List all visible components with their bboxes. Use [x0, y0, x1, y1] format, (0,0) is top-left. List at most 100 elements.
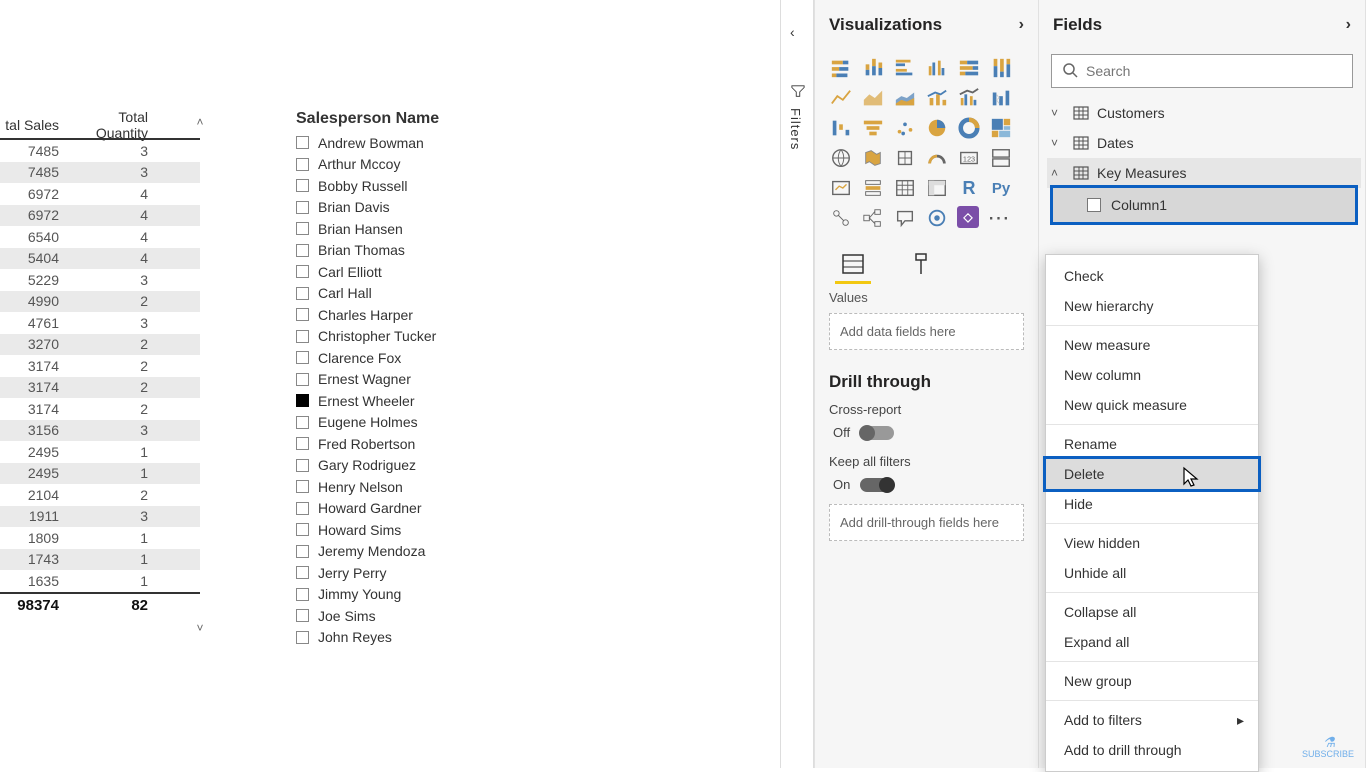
- slicer-item[interactable]: Bobby Russell: [296, 175, 596, 197]
- checkbox-icon[interactable]: [296, 136, 309, 149]
- table-row[interactable]: 24951: [0, 441, 200, 463]
- format-tab-icon[interactable]: [907, 250, 935, 278]
- slicer-item[interactable]: Andrew Bowman: [296, 132, 596, 154]
- slicer-visual[interactable]: Salesperson Name Andrew BowmanArthur Mcc…: [296, 110, 596, 648]
- checkbox-icon[interactable]: [296, 545, 309, 558]
- gauge-icon[interactable]: [925, 146, 949, 170]
- checkbox-icon[interactable]: [296, 179, 309, 192]
- slicer-item[interactable]: Howard Sims: [296, 519, 596, 541]
- slicer-item[interactable]: Charles Harper: [296, 304, 596, 326]
- slicer-item[interactable]: Ernest Wheeler: [296, 390, 596, 412]
- table-row[interactable]: 52293: [0, 269, 200, 291]
- filled-map-icon[interactable]: [861, 146, 885, 170]
- table-row[interactable]: 18091: [0, 527, 200, 549]
- menu-item[interactable]: View hidden: [1046, 528, 1258, 558]
- checkbox-icon[interactable]: [296, 265, 309, 278]
- fields-search-box[interactable]: [1051, 54, 1353, 88]
- funnel-icon[interactable]: [861, 116, 885, 140]
- menu-item[interactable]: Delete: [1046, 459, 1258, 489]
- table-visual[interactable]: tal Sales Total Quantity 748537485369724…: [0, 112, 200, 618]
- checkbox-icon[interactable]: [296, 459, 309, 472]
- table-row[interactable]: 74853: [0, 162, 200, 184]
- slicer-item[interactable]: Henry Nelson: [296, 476, 596, 498]
- toggle-off-icon[interactable]: [860, 426, 894, 440]
- checkbox-icon[interactable]: [296, 308, 309, 321]
- slicer-item[interactable]: Howard Gardner: [296, 498, 596, 520]
- slicer-item[interactable]: Clarence Fox: [296, 347, 596, 369]
- checkbox-icon[interactable]: [296, 416, 309, 429]
- table-row[interactable]: 49902: [0, 291, 200, 313]
- line-chart-icon[interactable]: [829, 86, 853, 110]
- menu-item[interactable]: New group: [1046, 666, 1258, 696]
- pie-chart-icon[interactable]: [925, 116, 949, 140]
- checkbox-icon[interactable]: [296, 351, 309, 364]
- kpi-icon[interactable]: [829, 176, 853, 200]
- slicer-item[interactable]: Joe Sims: [296, 605, 596, 627]
- menu-item[interactable]: Add to drill through: [1046, 735, 1258, 765]
- checkbox-icon[interactable]: [296, 244, 309, 257]
- table-row[interactable]: 69724: [0, 183, 200, 205]
- line-clustered-column-icon[interactable]: [957, 86, 981, 110]
- chevron-right-icon[interactable]: ›: [1019, 16, 1024, 34]
- qna-icon[interactable]: [893, 206, 917, 230]
- report-canvas[interactable]: tal Sales Total Quantity 748537485369724…: [0, 0, 780, 768]
- scroll-up-icon[interactable]: ˄: [195, 112, 205, 132]
- ribbon-chart-icon[interactable]: [989, 86, 1013, 110]
- stacked-column-100-icon[interactable]: [989, 56, 1013, 80]
- keep-filters-toggle[interactable]: On: [815, 473, 894, 502]
- table-row[interactable]: 31742: [0, 377, 200, 399]
- chevron-icon[interactable]: ˄: [1051, 166, 1065, 180]
- menu-item[interactable]: Rename: [1046, 429, 1258, 459]
- checkbox-icon[interactable]: [296, 609, 309, 622]
- arcgis-icon[interactable]: [925, 206, 949, 230]
- slicer-item[interactable]: John Reyes: [296, 627, 596, 649]
- slicer-item[interactable]: Jeremy Mendoza: [296, 541, 596, 563]
- slicer-item[interactable]: Fred Robertson: [296, 433, 596, 455]
- table-row[interactable]: 74853: [0, 140, 200, 162]
- slicer-item[interactable]: Brian Davis: [296, 197, 596, 219]
- table-row[interactable]: 24951: [0, 463, 200, 485]
- field-item[interactable]: Column1: [1053, 188, 1355, 222]
- slicer-item[interactable]: Brian Thomas: [296, 240, 596, 262]
- stacked-column-icon[interactable]: [861, 56, 885, 80]
- stacked-bar-icon[interactable]: [829, 56, 853, 80]
- checkbox-icon[interactable]: [296, 287, 309, 300]
- checkbox-icon[interactable]: [296, 523, 309, 536]
- slicer-item[interactable]: Brian Hansen: [296, 218, 596, 240]
- menu-item[interactable]: New hierarchy: [1046, 291, 1258, 321]
- matrix-icon[interactable]: [925, 176, 949, 200]
- checkbox-icon[interactable]: [1087, 198, 1101, 212]
- chevron-icon[interactable]: ˅: [1051, 106, 1065, 120]
- visualizations-header[interactable]: Visualizations ›: [815, 0, 1038, 50]
- table-icon[interactable]: [893, 176, 917, 200]
- checkbox-icon[interactable]: [296, 330, 309, 343]
- scatter-icon[interactable]: [893, 116, 917, 140]
- area-chart-icon[interactable]: [861, 86, 885, 110]
- table-row[interactable]: 32702: [0, 334, 200, 356]
- table-row[interactable]: 47613: [0, 312, 200, 334]
- table-row[interactable]: 31563: [0, 420, 200, 442]
- menu-item[interactable]: Add to filters▸: [1046, 705, 1258, 735]
- r-visual-icon[interactable]: R: [957, 176, 981, 200]
- checkbox-icon[interactable]: [296, 373, 309, 386]
- toggle-on-icon[interactable]: [860, 478, 894, 492]
- menu-item[interactable]: New measure: [1046, 330, 1258, 360]
- table-row[interactable]: 17431: [0, 549, 200, 571]
- chevron-left-icon[interactable]: ‹: [790, 24, 795, 40]
- menu-item[interactable]: Check: [1046, 261, 1258, 291]
- line-stacked-column-icon[interactable]: [925, 86, 949, 110]
- checkbox-icon[interactable]: [296, 502, 309, 515]
- slicer-item[interactable]: Gary Rodriguez: [296, 455, 596, 477]
- powerapps-visual-icon[interactable]: ◇: [957, 206, 979, 228]
- col-header-sales[interactable]: tal Sales: [0, 117, 65, 133]
- menu-item[interactable]: Unhide all: [1046, 558, 1258, 588]
- slicer-item[interactable]: Eugene Holmes: [296, 412, 596, 434]
- cross-report-toggle[interactable]: Off: [815, 421, 894, 450]
- values-field-well[interactable]: Add data fields here: [829, 313, 1024, 350]
- field-table-row[interactable]: ˅Customers: [1047, 98, 1361, 128]
- chevron-right-icon[interactable]: ›: [1346, 16, 1351, 34]
- card-icon[interactable]: 123: [957, 146, 981, 170]
- stacked-area-icon[interactable]: [893, 86, 917, 110]
- search-input[interactable]: [1086, 63, 1342, 79]
- table-row[interactable]: 69724: [0, 205, 200, 227]
